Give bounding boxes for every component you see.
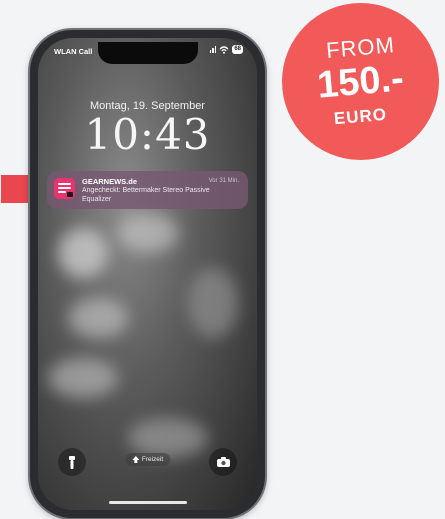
flashlight-button[interactable] xyxy=(58,448,86,476)
gearnews-app-icon xyxy=(54,178,75,199)
camera-icon xyxy=(216,457,230,467)
focus-mode-indicator[interactable]: Freizeit xyxy=(124,453,171,466)
notch xyxy=(97,42,198,64)
notification-app-name: GEARNEWS.de xyxy=(82,177,138,186)
price-badge: FROM 150.- EURO xyxy=(282,3,439,160)
camera-button[interactable] xyxy=(209,448,237,476)
signal-icon xyxy=(209,46,217,53)
notification-timestamp: Vor 31 Min. xyxy=(208,178,239,184)
carrier-label: WLAN Call xyxy=(54,47,93,56)
focus-mode-label: Freizeit xyxy=(141,456,164,463)
lock-screen: WLAN Call 68 Montag, 19. September 10:43… xyxy=(38,38,257,510)
home-indicator[interactable] xyxy=(108,501,187,504)
wifi-icon xyxy=(219,45,229,54)
battery-indicator: 68 xyxy=(232,45,243,54)
phone: WLAN Call 68 Montag, 19. September 10:43… xyxy=(30,30,265,518)
flashlight-icon xyxy=(69,455,75,469)
status-icons: 68 xyxy=(209,45,243,54)
notification-card[interactable]: GEARNEWS.de Vor 31 Min. Angecheckt: Bett… xyxy=(47,171,248,209)
focus-icon xyxy=(131,456,139,463)
notification-body: Angecheckt: Bettermaker Stereo Passive E… xyxy=(82,187,210,203)
lock-time: 10:43 xyxy=(84,110,211,159)
